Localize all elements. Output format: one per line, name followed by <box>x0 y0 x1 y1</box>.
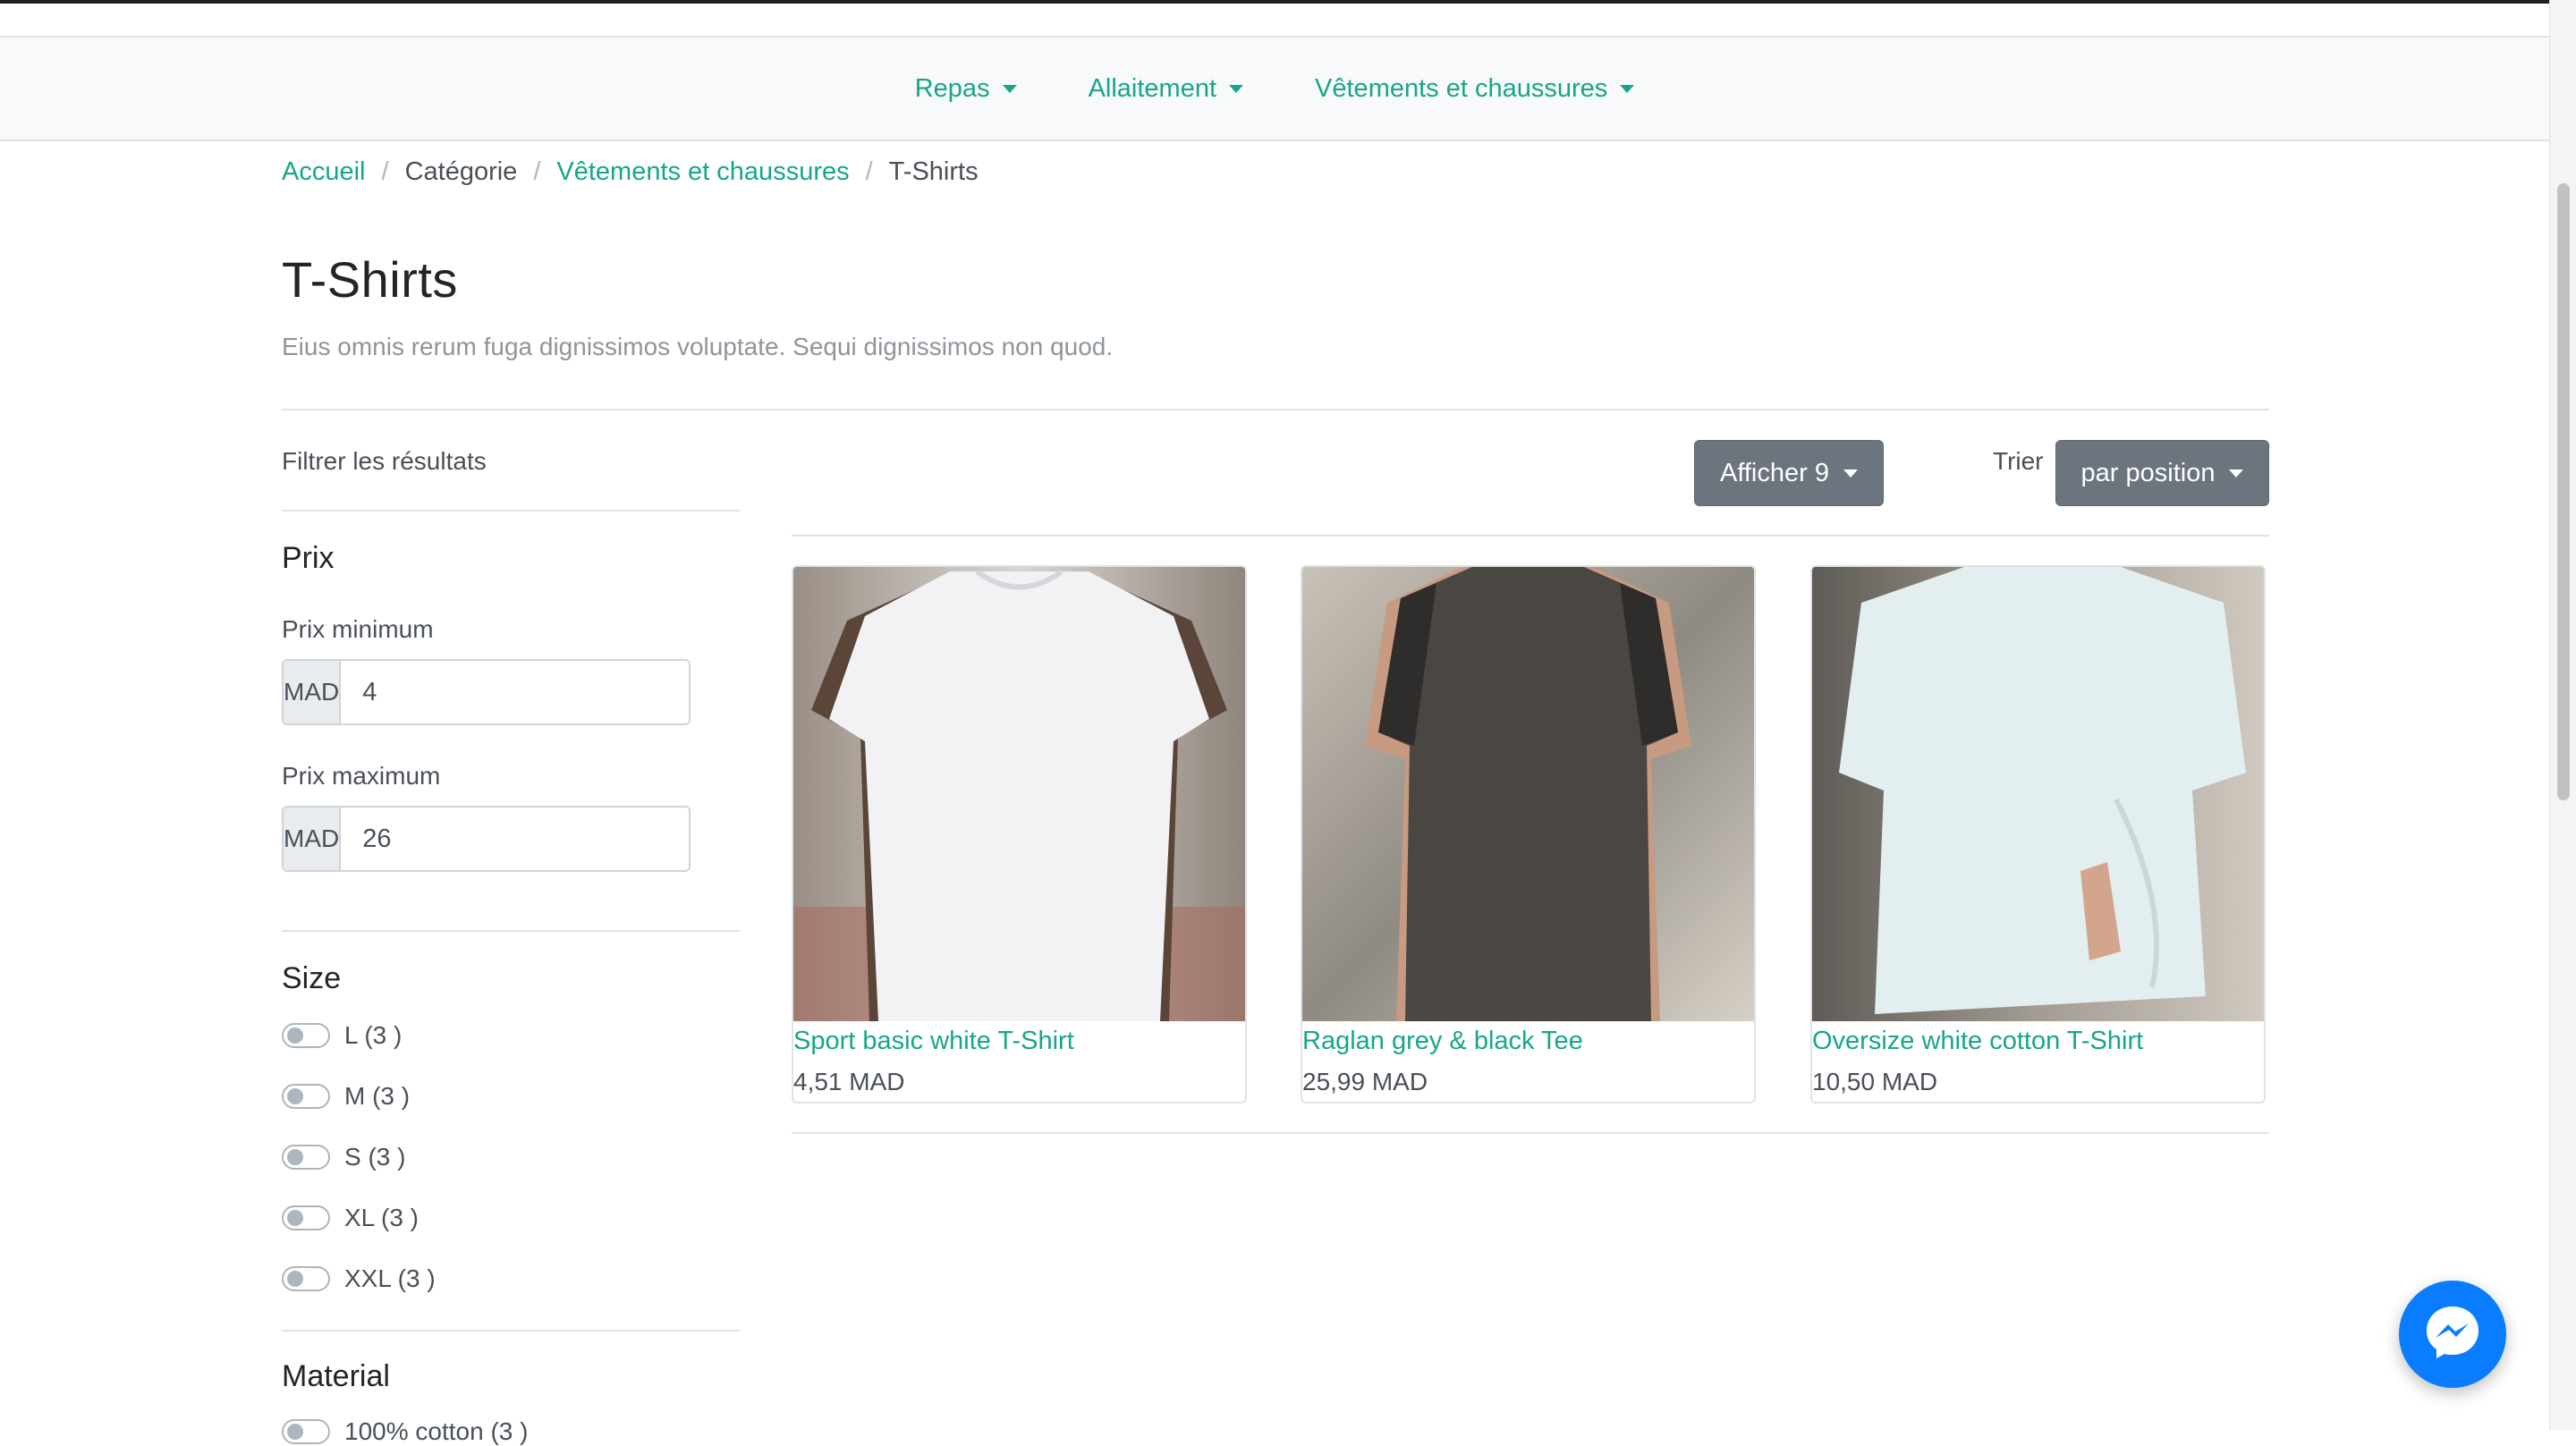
size-heading: Size <box>282 961 342 995</box>
page-title: T-Shirts <box>282 251 458 308</box>
product-name[interactable]: Raglan grey & black Tee <box>1302 1027 1583 1056</box>
nav-item-label: Repas <box>914 73 990 103</box>
min-price-label: Prix minimum <box>282 615 434 643</box>
product-price: 4,51 MAD <box>793 1068 905 1095</box>
sort-value: par position <box>2080 458 2216 487</box>
breadcrumb-category: Catégorie <box>404 157 518 186</box>
size-toggle-xxl[interactable]: XXL (3 ) <box>282 1264 436 1293</box>
breadcrumb-separator: / <box>865 157 873 186</box>
page-scrollbar[interactable] <box>2549 0 2576 1430</box>
max-price-label: Prix maximum <box>282 762 441 790</box>
currency-addon: MAD <box>284 808 342 870</box>
caret-down-icon <box>2229 469 2244 478</box>
min-price-group: MAD <box>282 659 691 725</box>
max-price-input[interactable] <box>341 808 689 870</box>
product-image[interactable] <box>1302 567 1754 1021</box>
toggle-switch[interactable] <box>282 1419 330 1444</box>
toggle-switch[interactable] <box>282 1266 330 1291</box>
category-navbar: Repas Allaitement Vêtements et chaussure… <box>0 36 2549 141</box>
divider <box>282 930 740 932</box>
sort-label: Trier <box>1993 447 2044 475</box>
size-toggle-m[interactable]: M (3 ) <box>282 1082 410 1111</box>
breadcrumb-separator: / <box>381 157 389 186</box>
divider <box>792 535 2269 537</box>
divider <box>282 409 2269 410</box>
divider <box>282 1330 740 1332</box>
toggle-switch[interactable] <box>282 1084 330 1109</box>
material-toggle-cotton[interactable]: 100% cotton (3 ) <box>282 1417 528 1446</box>
toggle-label: 100% cotton (3 ) <box>344 1417 529 1445</box>
toggle-switch[interactable] <box>282 1205 330 1230</box>
size-toggle-xl[interactable]: XL (3 ) <box>282 1204 419 1232</box>
max-price-group: MAD <box>282 806 691 872</box>
product-card[interactable]: Oversize white cotton T-Shirt 10,50 MAD <box>1810 565 2266 1104</box>
filter-title: Filtrer les résultats <box>282 447 487 475</box>
breadcrumb: Accueil / Catégorie / Vêtements et chaus… <box>282 157 979 187</box>
product-name[interactable]: Oversize white cotton T-Shirt <box>1812 1027 2143 1056</box>
window-top-border <box>0 0 2576 4</box>
toggle-switch[interactable] <box>282 1145 330 1170</box>
product-name[interactable]: Sport basic white T-Shirt <box>793 1027 1074 1056</box>
show-count-label: Afficher 9 <box>1720 458 1829 487</box>
product-price: 10,50 MAD <box>1812 1068 1938 1095</box>
toggle-label: XL (3 ) <box>344 1204 419 1231</box>
divider <box>282 510 740 512</box>
scrollbar-thumb[interactable] <box>2557 183 2570 800</box>
nav-item-label: Vêtements et chaussures <box>1315 73 1608 103</box>
breadcrumb-home[interactable]: Accueil <box>282 157 366 187</box>
caret-down-icon <box>1002 84 1017 93</box>
price-heading: Prix <box>282 541 335 575</box>
product-image[interactable] <box>1812 567 2264 1021</box>
nav-item-repas[interactable]: Repas <box>915 74 1017 104</box>
nav-item-label: Allaitement <box>1088 73 1217 103</box>
toggle-label: S (3 ) <box>344 1143 406 1171</box>
currency-addon: MAD <box>284 661 342 723</box>
sort-dropdown[interactable]: par position <box>2055 440 2269 506</box>
product-price: 25,99 MAD <box>1302 1068 1428 1095</box>
product-image[interactable] <box>793 567 1245 1021</box>
breadcrumb-parent[interactable]: Vêtements et chaussures <box>556 157 849 187</box>
messenger-chat-button[interactable] <box>2399 1281 2506 1388</box>
show-count-dropdown[interactable]: Afficher 9 <box>1694 440 1884 506</box>
breadcrumb-current: T-Shirts <box>888 157 979 186</box>
size-toggle-s[interactable]: S (3 ) <box>282 1143 405 1171</box>
caret-down-icon <box>1843 469 1858 478</box>
toggle-switch[interactable] <box>282 1023 330 1048</box>
page-description: Eius omnis rerum fuga dignissimos volupt… <box>282 333 1114 360</box>
nav-item-vetements[interactable]: Vêtements et chaussures <box>1315 73 1635 104</box>
min-price-input[interactable] <box>341 661 689 723</box>
toggle-label: L (3 ) <box>344 1021 402 1049</box>
size-toggle-l[interactable]: L (3 ) <box>282 1021 402 1050</box>
toggle-label: M (3 ) <box>344 1082 411 1110</box>
breadcrumb-separator: / <box>533 157 541 186</box>
product-card[interactable]: Sport basic white T-Shirt 4,51 MAD <box>792 565 1247 1104</box>
messenger-icon <box>2421 1301 2484 1368</box>
toggle-label: XXL (3 ) <box>344 1264 436 1292</box>
nav-item-allaitement[interactable]: Allaitement <box>1088 73 1244 104</box>
material-heading: Material <box>282 1359 390 1393</box>
divider <box>792 1132 2269 1134</box>
caret-down-icon <box>1620 84 1635 93</box>
product-card[interactable]: Raglan grey & black Tee 25,99 MAD <box>1301 565 1756 1104</box>
caret-down-icon <box>1229 84 1244 93</box>
